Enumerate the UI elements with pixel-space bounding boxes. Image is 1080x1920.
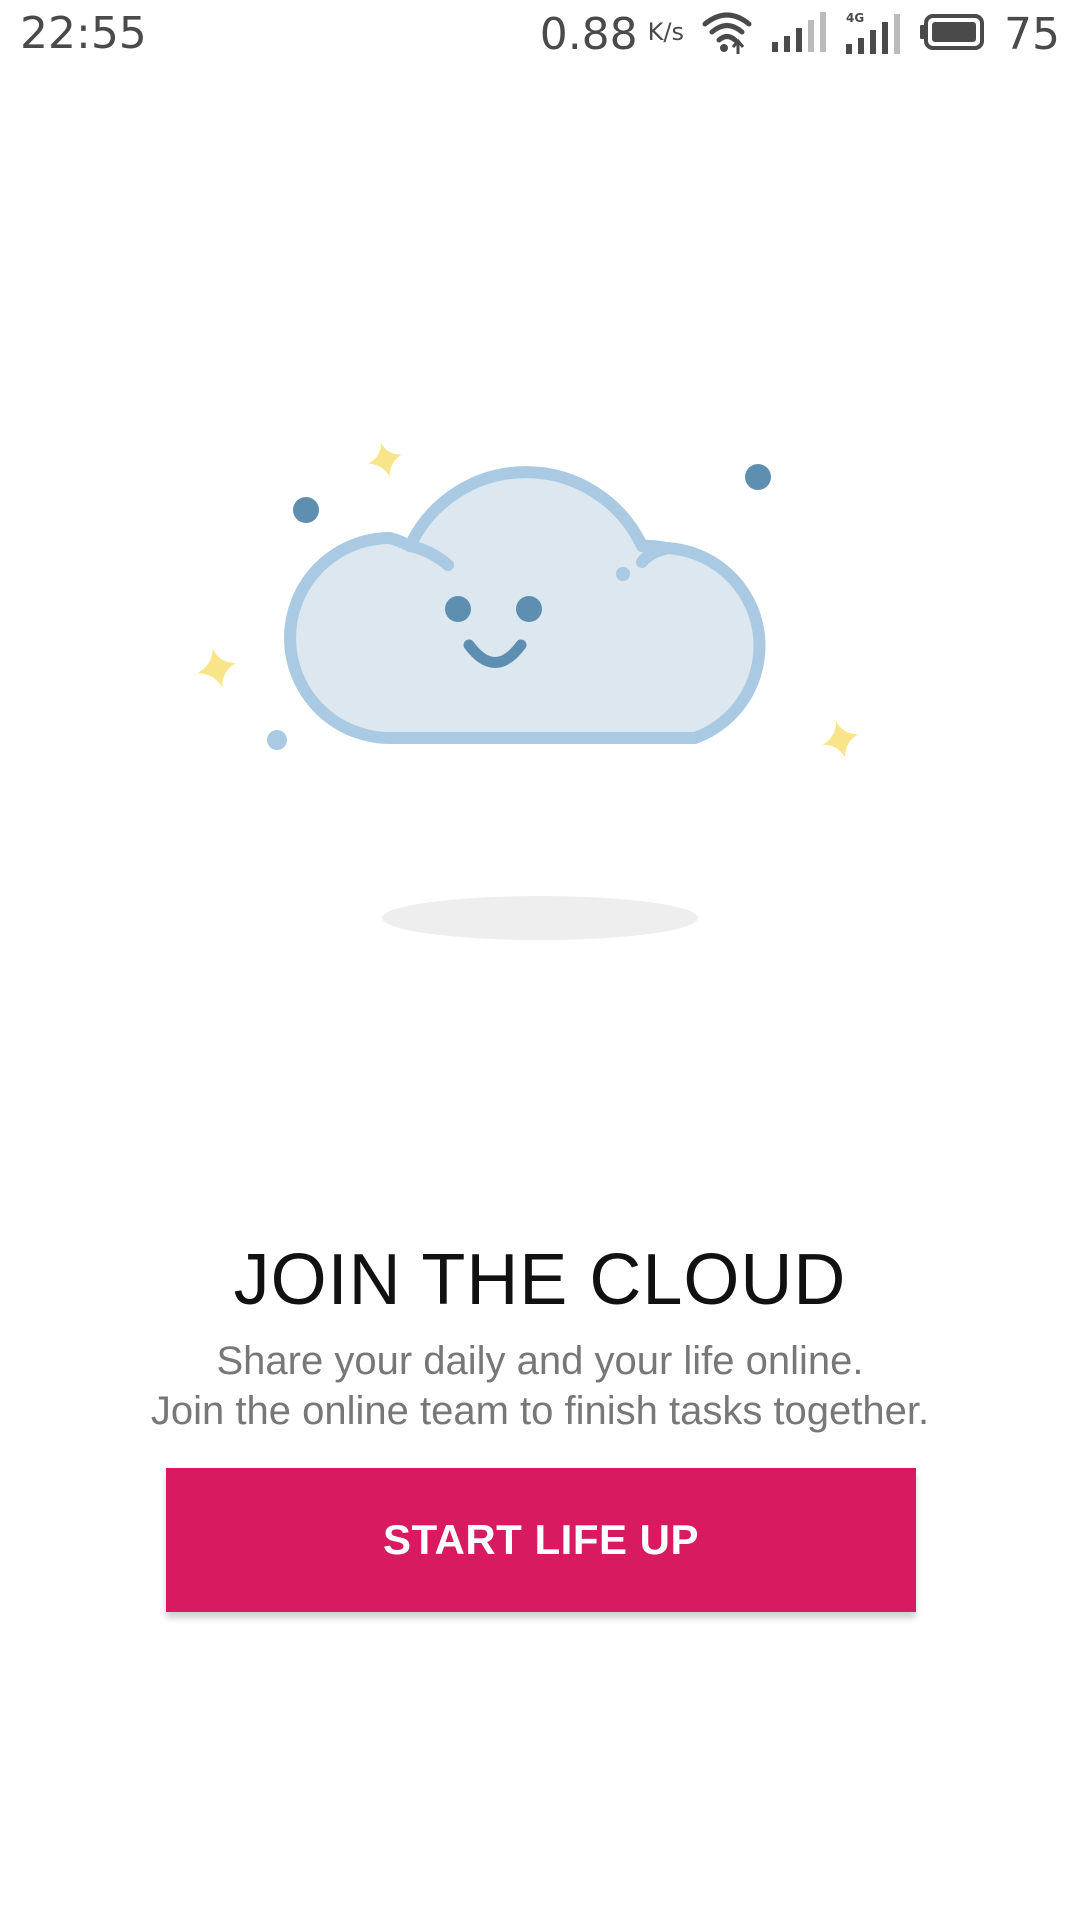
cloud-right-eye bbox=[516, 596, 542, 622]
cloud-left-eye bbox=[445, 596, 471, 622]
battery-level: 75 bbox=[1004, 8, 1060, 60]
signal-icon bbox=[770, 11, 826, 57]
start-life-up-button[interactable]: START LIFE UP bbox=[166, 1468, 916, 1612]
sparkle-icon bbox=[368, 442, 403, 477]
dot-decoration bbox=[293, 497, 319, 523]
onboarding-screen: 22:55 0.88 K/s 4G 75 JOIN THE CLOUD Shar… bbox=[0, 0, 1080, 1920]
network-speed: 0.88 K/s bbox=[540, 9, 684, 60]
status-icons: 0.88 K/s 4G 75 bbox=[540, 8, 1060, 60]
cloud-illustration bbox=[0, 400, 1080, 960]
cloud-icon bbox=[284, 466, 766, 744]
dot-decoration bbox=[745, 464, 771, 490]
svg-text:4G: 4G bbox=[846, 11, 864, 25]
dot-decoration bbox=[267, 730, 287, 750]
wifi-icon bbox=[702, 10, 752, 59]
page-title: JOIN THE CLOUD bbox=[233, 1240, 847, 1320]
subtitle-line-1: Share your daily and your life online. bbox=[216, 1339, 864, 1383]
network-speed-value: 0.88 bbox=[539, 8, 638, 60]
subtitle-line-2: Join the online team to finish tasks tog… bbox=[150, 1389, 930, 1433]
cloud-shadow bbox=[382, 896, 698, 940]
status-time: 22:55 bbox=[20, 8, 147, 59]
signal-4g-icon: 4G bbox=[844, 10, 902, 59]
sparkle-icon bbox=[822, 720, 859, 758]
sparkle-icon bbox=[197, 648, 237, 688]
status-bar: 22:55 0.88 K/s 4G 75 bbox=[0, 0, 1080, 70]
page-subtitle: Share your daily and your life online. J… bbox=[0, 1336, 1080, 1436]
network-speed-unit: K/s bbox=[647, 18, 684, 46]
battery-icon bbox=[920, 13, 986, 56]
